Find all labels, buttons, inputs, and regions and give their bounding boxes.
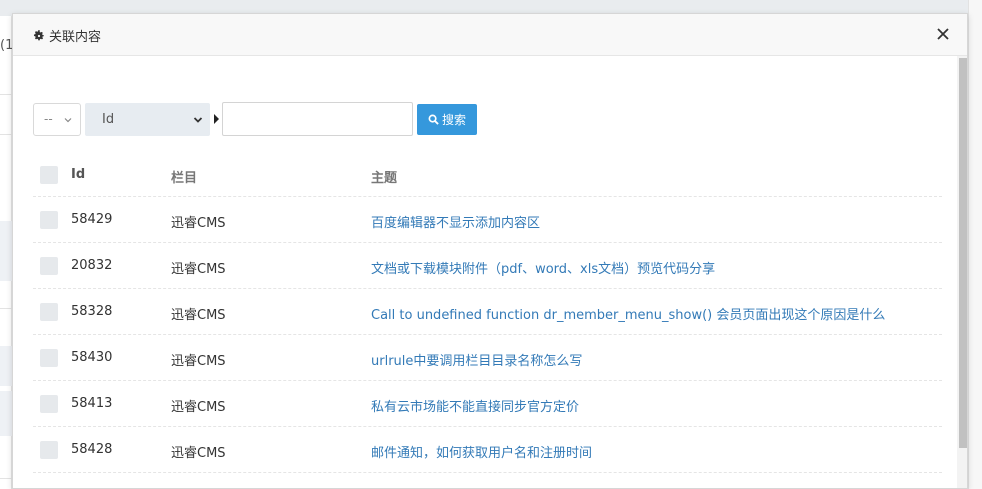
chevron-down-icon xyxy=(193,117,203,123)
gear-icon xyxy=(33,29,45,40)
row-id: 58429 xyxy=(71,212,113,227)
related-content-modal: 关联内容 -- Id 搜索 Id 栏目 主题 58429 迅睿CMS 百度编辑器… xyxy=(12,13,968,489)
search-button-label: 搜索 xyxy=(441,113,466,127)
table-row: 58430 迅睿CMS urlrule中要调用栏目目录名称怎么写 xyxy=(33,335,942,381)
caret-right-icon xyxy=(214,114,219,124)
row-checkbox[interactable] xyxy=(40,395,58,413)
row-title-link[interactable]: Call to undefined function dr_member_men… xyxy=(371,304,885,323)
header-category: 栏目 xyxy=(171,171,198,186)
row-id: 58430 xyxy=(71,350,113,365)
row-id: 58428 xyxy=(71,442,113,457)
search-input[interactable] xyxy=(222,102,413,136)
row-checkbox[interactable] xyxy=(40,349,58,367)
search-button[interactable]: 搜索 xyxy=(417,104,477,135)
modal-header: 关联内容 xyxy=(13,14,967,56)
scrollbar-thumb[interactable] xyxy=(959,58,967,448)
table-header-row: Id 栏目 主题 xyxy=(33,152,942,197)
header-id: Id xyxy=(71,167,86,182)
row-category: 迅睿CMS xyxy=(171,262,226,277)
row-title-link[interactable]: 私有云市场能不能直接同步官方定价 xyxy=(371,396,579,415)
row-title-link[interactable]: 邮件通知，如何获取用户名和注册时间 xyxy=(371,442,592,461)
row-id: 58413 xyxy=(71,396,113,411)
search-icon xyxy=(428,114,439,125)
background-panel: (1 xyxy=(0,16,13,489)
background-right-edge xyxy=(968,0,982,489)
table-row: 20832 迅睿CMS 文档或下载模块附件（pdf、word、xls文档）预览代… xyxy=(33,243,942,289)
table-row: 58429 迅睿CMS 百度编辑器不显示添加内容区 xyxy=(33,197,942,243)
row-title-link[interactable]: urlrule中要调用栏目目录名称怎么写 xyxy=(371,350,582,369)
row-checkbox[interactable] xyxy=(40,257,58,275)
row-id: 58328 xyxy=(71,304,113,319)
condition-select[interactable]: -- xyxy=(33,103,81,136)
condition-select-value: -- xyxy=(44,112,53,126)
row-category: 迅睿CMS xyxy=(171,308,226,323)
modal-title: 关联内容 xyxy=(33,26,101,45)
row-category: 迅睿CMS xyxy=(171,400,226,415)
row-category: 迅睿CMS xyxy=(171,354,226,369)
row-checkbox[interactable] xyxy=(40,441,58,459)
table-row: 58413 迅睿CMS 私有云市场能不能直接同步官方定价 xyxy=(33,381,942,427)
row-category: 迅睿CMS xyxy=(171,446,226,461)
modal-title-text: 关联内容 xyxy=(49,30,102,45)
chevron-down-icon xyxy=(64,118,72,123)
row-title-link[interactable]: 百度编辑器不显示添加内容区 xyxy=(371,212,540,231)
row-checkbox[interactable] xyxy=(40,303,58,321)
row-checkbox[interactable] xyxy=(40,211,58,229)
row-category: 迅睿CMS xyxy=(171,216,226,231)
table-row: 58428 迅睿CMS 邮件通知，如何获取用户名和注册时间 xyxy=(33,427,942,473)
field-select-value: Id xyxy=(102,112,115,127)
table-row: 58328 迅睿CMS Call to undefined function d… xyxy=(33,289,942,335)
select-all-checkbox[interactable] xyxy=(40,166,58,184)
close-icon[interactable] xyxy=(935,25,951,43)
row-title-link[interactable]: 文档或下载模块附件（pdf、word、xls文档）预览代码分享 xyxy=(371,258,715,277)
field-select[interactable]: Id xyxy=(85,103,210,136)
row-id: 20832 xyxy=(71,258,113,273)
content-table: Id 栏目 主题 58429 迅睿CMS 百度编辑器不显示添加内容区 20832… xyxy=(33,152,942,473)
header-title: 主题 xyxy=(371,171,398,186)
